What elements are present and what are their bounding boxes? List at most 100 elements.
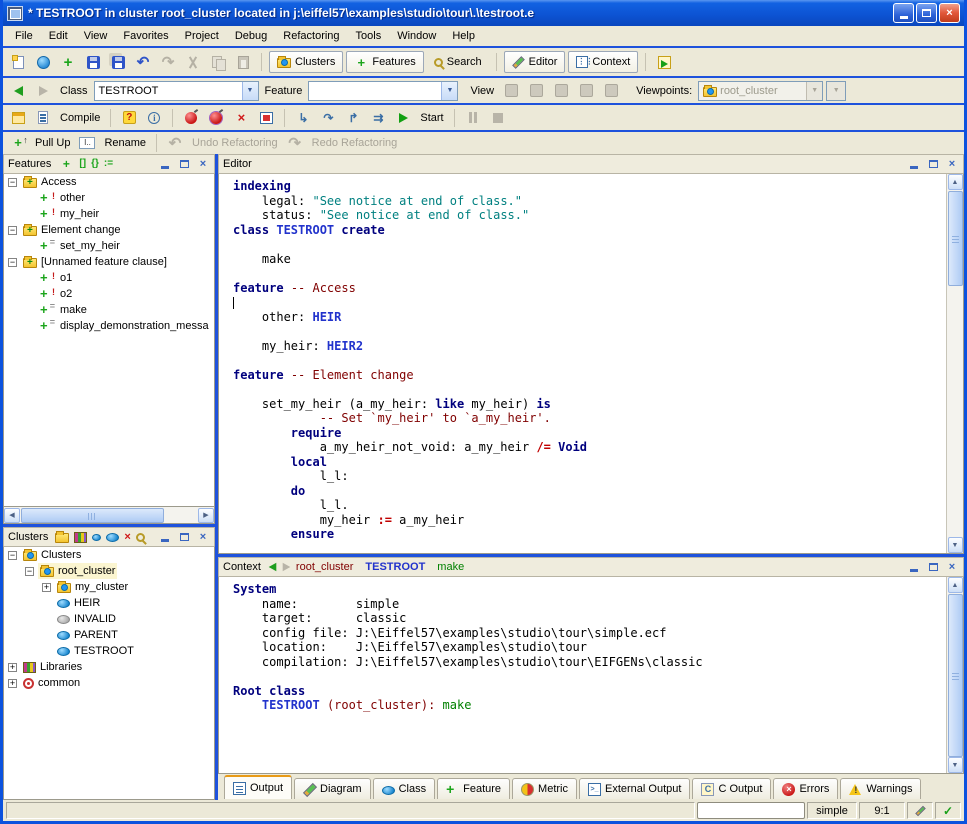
view-contract-button[interactable] [575, 80, 597, 102]
feature-item-other[interactable]: +other [4, 190, 214, 206]
cut-button[interactable] [182, 51, 204, 73]
save-all-button[interactable] [107, 51, 129, 73]
cluster-item-parent[interactable]: PARENT [4, 627, 214, 643]
menu-file[interactable]: File [7, 28, 41, 44]
new-cluster-icon[interactable] [55, 533, 69, 543]
features-maximize-button[interactable] [177, 158, 191, 171]
feature-combobox[interactable]: ▼ [308, 81, 458, 101]
pull-up-label[interactable]: Pull Up [32, 137, 73, 149]
clusters-toggle-button[interactable]: Clusters [269, 51, 343, 73]
step-out-button[interactable]: ↱ [342, 107, 364, 129]
remove-item-icon[interactable]: × [124, 531, 130, 543]
pause-button[interactable] [462, 107, 484, 129]
feature-item-my-heir[interactable]: +my_heir [4, 206, 214, 222]
collapse-icon[interactable]: − [8, 178, 17, 187]
window-close-button[interactable]: × [939, 3, 960, 23]
show-breakpoints-button[interactable] [255, 107, 277, 129]
tab-class[interactable]: Class [373, 778, 436, 799]
features-horizontal-scrollbar[interactable]: ◀ ▶ [3, 507, 215, 524]
clusters-minimize-button[interactable] [158, 531, 172, 544]
tab-metric[interactable]: Metric [512, 778, 577, 799]
tab-output[interactable]: Output [224, 775, 292, 799]
menu-edit[interactable]: Edit [41, 28, 76, 44]
context-maximize-button[interactable] [926, 561, 940, 574]
cluster-item-clusters[interactable]: −Clusters [4, 547, 214, 563]
scroll-right-button[interactable]: ▶ [198, 508, 214, 523]
scroll-up-button[interactable]: ▲ [948, 577, 963, 593]
cluster-item-libraries[interactable]: +Libraries [4, 659, 214, 675]
scroll-down-button[interactable]: ▼ [948, 537, 963, 553]
editor-vertical-scrollbar[interactable]: ▲ ▼ [946, 174, 963, 553]
search-toggle-button[interactable]: Search [427, 51, 489, 73]
tab-feature[interactable]: Feature [437, 778, 510, 799]
expand-icon[interactable]: + [42, 583, 51, 592]
clusters-tree[interactable]: −Clusters−root_cluster+my_clusterHEIRINV… [3, 546, 215, 800]
context-vertical-scrollbar[interactable]: ▲ ▼ [946, 577, 963, 773]
new-window-button[interactable] [7, 51, 29, 73]
freeze-button[interactable] [32, 107, 54, 129]
context-minimize-button[interactable] [907, 561, 921, 574]
cluster-item-heir[interactable]: HEIR [4, 595, 214, 611]
scroll-up-button[interactable]: ▲ [948, 174, 963, 190]
menu-tools[interactable]: Tools [348, 28, 390, 44]
feature-item--unnamed-feature-clause-[interactable]: −[Unnamed feature clause] [4, 254, 214, 270]
features-minimize-button[interactable] [158, 158, 172, 171]
copy-button[interactable] [207, 51, 229, 73]
window-minimize-button[interactable] [893, 3, 914, 23]
features-toggle-button[interactable]: + Features [346, 51, 423, 73]
menu-project[interactable]: Project [177, 28, 227, 44]
add-class-icon[interactable] [106, 533, 119, 542]
new-library-icon[interactable] [74, 532, 87, 543]
redo-refactoring-button[interactable]: ↷ [284, 132, 306, 154]
menu-favorites[interactable]: Favorites [115, 28, 176, 44]
breadcrumb-feature[interactable]: make [437, 561, 464, 573]
context-forward-icon[interactable] [283, 563, 291, 572]
editor-close-button[interactable]: × [945, 158, 959, 171]
feature-item-display-demonstration-messa[interactable]: +display_demonstration_messa [4, 318, 214, 334]
open-button[interactable] [32, 51, 54, 73]
class-combobox[interactable]: TESTROOT ▼ [94, 81, 259, 101]
view-flat-button[interactable] [550, 80, 572, 102]
features-tree[interactable]: −Access+other+my_heir−Element change+set… [3, 173, 215, 507]
tab-c-output[interactable]: CC Output [692, 778, 771, 799]
feature-item-make[interactable]: +make [4, 302, 214, 318]
collapse-icon[interactable]: − [8, 551, 17, 560]
compile-button[interactable]: Compile [57, 112, 103, 124]
menu-help[interactable]: Help [444, 28, 483, 44]
info-button[interactable]: i [143, 107, 165, 129]
context-toggle-button[interactable]: ⋮⋮ Context [568, 51, 638, 73]
menu-refactoring[interactable]: Refactoring [275, 28, 347, 44]
history-back-button[interactable] [7, 80, 29, 102]
feature-item-o2[interactable]: +o2 [4, 286, 214, 302]
remove-breakpoints-button[interactable]: × [230, 107, 252, 129]
breadcrumb-class[interactable]: TESTROOT [365, 561, 425, 573]
collapse-icon[interactable]: − [8, 258, 17, 267]
search-icon[interactable] [136, 533, 145, 542]
pull-up-button[interactable]: + [7, 132, 29, 154]
rename-label[interactable]: Rename [101, 137, 149, 149]
melt-button[interactable] [7, 107, 29, 129]
brackets-icon[interactable]: [] [79, 158, 86, 170]
chevron-down-icon[interactable]: ▼ [242, 82, 258, 100]
collapse-icon[interactable]: − [25, 567, 34, 576]
expand-icon[interactable]: + [8, 679, 17, 688]
features-close-button[interactable]: × [196, 158, 210, 171]
history-forward-button[interactable] [32, 80, 54, 102]
menu-view[interactable]: View [76, 28, 116, 44]
tab-errors[interactable]: ×Errors [773, 778, 838, 799]
rename-button[interactable]: I.. [76, 132, 98, 154]
paste-button[interactable] [232, 51, 254, 73]
tab-diagram[interactable]: Diagram [294, 778, 371, 799]
braces-icon[interactable]: {} [91, 158, 99, 170]
scrollbar-thumb[interactable] [948, 191, 963, 286]
scroll-left-button[interactable]: ◀ [4, 508, 20, 523]
tab-warnings[interactable]: Warnings [840, 778, 921, 799]
add-class-button[interactable]: + [57, 51, 79, 73]
scrollbar-thumb[interactable] [21, 508, 164, 523]
disable-breakpoints-button[interactable] [205, 107, 227, 129]
context-back-icon[interactable] [269, 563, 277, 572]
undo-refactoring-button[interactable]: ↶ [164, 132, 186, 154]
feature-item-access[interactable]: −Access [4, 174, 214, 190]
clusters-maximize-button[interactable] [177, 531, 191, 544]
menu-window[interactable]: Window [389, 28, 444, 44]
